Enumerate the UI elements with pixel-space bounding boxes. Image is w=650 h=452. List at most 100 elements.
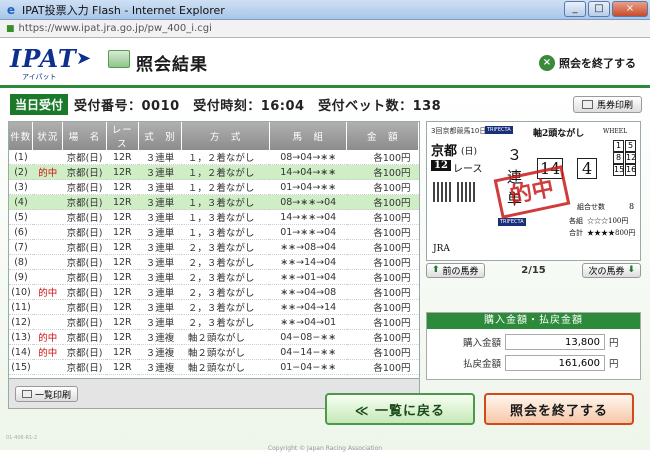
row-bet-type: ３連複 xyxy=(138,344,182,360)
purchase-unit: 円 xyxy=(609,338,619,349)
print-ticket-button[interactable]: 馬券印刷 xyxy=(572,96,642,113)
row-count: (14) xyxy=(9,344,33,360)
row-method: 軸２頭ながし xyxy=(181,344,270,360)
row-race: 12R xyxy=(106,209,139,225)
ticket-trifecta-top: TRIFECTA xyxy=(485,126,513,134)
table-row[interactable]: (11) 京都(日) 12R ３連単 ２，３着ながし ∗∗→04→14 各100円 xyxy=(9,299,419,315)
row-status xyxy=(32,359,63,375)
row-place: 京都(日) xyxy=(62,344,107,360)
partner-5: 15 xyxy=(613,164,625,176)
row-status xyxy=(32,299,63,315)
row-combination: ∗∗→04→14 xyxy=(269,299,347,315)
table-row[interactable]: (13) 的中 京都(日) 12R ３連複 軸２頭ながし 04−08−∗∗ 各100円 xyxy=(9,329,419,345)
info-bar: 当日受付 受付番号：0010 受付時刻：16:04 受付ベット数：138 xyxy=(10,93,441,115)
row-status: 的中 xyxy=(32,284,63,300)
page-title-icon xyxy=(108,50,130,68)
row-status: 的中 xyxy=(32,164,63,180)
ticket-page-count: 2/15 xyxy=(521,264,546,276)
row-amount: 各100円 xyxy=(346,179,419,195)
row-method: ２，３着ながし xyxy=(181,314,270,330)
ie-icon: e xyxy=(6,2,16,17)
row-place: 京都(日) xyxy=(62,179,107,195)
row-race: 12R xyxy=(106,164,139,180)
table-row[interactable]: (6) 京都(日) 12R ３連単 １，３着ながし 01→∗∗→04 各100円 xyxy=(9,224,419,240)
row-combination: 08→∗∗→04 xyxy=(269,194,347,210)
row-race: 12R xyxy=(106,329,139,345)
row-count: (9) xyxy=(9,269,33,285)
list-print-label: 一覧印刷 xyxy=(35,390,72,401)
row-method: １，２着ながし xyxy=(181,150,270,165)
table-row[interactable]: (9) 京都(日) 12R ３連単 ２，３着ながし ∗∗→01→04 各100円 xyxy=(9,269,419,285)
partner-4: 12 xyxy=(625,152,637,164)
row-race: 12R xyxy=(106,194,139,210)
row-amount: 各100円 xyxy=(346,299,419,315)
row-count: (2) xyxy=(9,164,33,180)
purchase-row: 購入金額 13,800 円 xyxy=(427,332,640,352)
col-bet-type: 式 別 xyxy=(138,122,183,150)
address-bar: ■ https://www.ipat.jra.go.jp/pw_400_i.cg… xyxy=(0,20,650,38)
ticket-image: 3回京都競馬10日 TRIFECTA 京都 (日) 12 レース ３ 連 単 T… xyxy=(426,121,641,261)
prev-ticket-button[interactable]: ⬆ 前の馬券 xyxy=(426,262,485,278)
table-row[interactable]: (12) 京都(日) 12R ３連単 ２，３着ながし ∗∗→04→01 各100円 xyxy=(9,314,419,330)
window-titlebar: e IPAT投票入力 Flash - Internet Explorer _ □… xyxy=(0,0,650,20)
row-method: １，２着ながし xyxy=(181,179,270,195)
col-place: 場 名 xyxy=(62,122,107,150)
row-bet-type: ３連単 xyxy=(138,150,182,165)
table-row[interactable]: (4) 京都(日) 12R ３連単 １，３着ながし 08→∗∗→04 各100円 xyxy=(9,194,419,210)
back-to-list-button[interactable]: ≪ 一覧に戻る xyxy=(325,393,475,425)
window-controls: _ □ × xyxy=(564,1,648,17)
page-title: 照会結果 xyxy=(136,55,208,75)
row-status xyxy=(32,269,63,285)
ticket-kind-1: ３ xyxy=(507,146,523,164)
row-race: 12R xyxy=(106,269,139,285)
table-row[interactable]: (15) 京都(日) 12R ３連複 軸２頭ながし 01−04−∗∗ 各100円 xyxy=(9,359,419,375)
maximize-button[interactable]: □ xyxy=(588,1,610,17)
row-count: (11) xyxy=(9,299,33,315)
end-inquiry-button[interactable]: 照会を終了する xyxy=(484,393,634,425)
row-count: (8) xyxy=(9,254,33,270)
table-row[interactable]: (7) 京都(日) 12R ３連単 ２，３着ながし ∗∗→08→04 各100円 xyxy=(9,239,419,255)
table-row[interactable]: (14) 的中 京都(日) 12R ３連複 軸２頭ながし 04−14−∗∗ 各100円 xyxy=(9,344,419,360)
ipat-logo-sub: アイパット xyxy=(22,73,57,81)
row-count: (13) xyxy=(9,329,33,345)
table-row[interactable]: (8) 京都(日) 12R ３連単 ２，３着ながし ∗∗→14→04 各100円 xyxy=(9,254,419,270)
close-button[interactable]: × xyxy=(612,1,648,17)
minimize-button[interactable]: _ xyxy=(564,1,586,17)
combo-count: 8 xyxy=(629,202,635,211)
row-count: (15) xyxy=(9,359,33,375)
row-bet-type: ３連単 xyxy=(138,314,182,330)
row-place: 京都(日) xyxy=(62,329,107,345)
row-race: 12R xyxy=(106,179,139,195)
row-method: １，３着ながし xyxy=(181,224,270,240)
row-status: 的中 xyxy=(32,329,63,345)
table-row[interactable]: (3) 京都(日) 12R ３連単 １，２着ながし 01→04→∗∗ 各100円 xyxy=(9,179,419,195)
url-text[interactable]: https://www.ipat.jra.go.jp/pw_400_i.cgi xyxy=(19,23,212,34)
list-print-button[interactable]: 一覧印刷 xyxy=(15,386,79,402)
row-count: (6) xyxy=(9,224,33,240)
row-place: 京都(日) xyxy=(62,239,107,255)
table-row[interactable]: (2) 的中 京都(日) 12R ３連単 １，２着ながし 14→04→∗∗ 各100円 xyxy=(9,164,419,180)
row-combination: ∗∗→04→01 xyxy=(269,314,347,330)
table-row[interactable]: (1) 京都(日) 12R ３連単 １，２着ながし 08→04→∗∗ 各100円 xyxy=(9,150,419,165)
amount-panel-title: 購入金額・払戻金額 xyxy=(427,313,640,329)
main-content: 当日受付 受付番号：0010 受付時刻：16:04 受付ベット数：138 馬券印… xyxy=(0,88,650,452)
row-bet-type: ３連複 xyxy=(138,329,182,345)
row-bet-type: ３連単 xyxy=(138,194,182,210)
row-place: 京都(日) xyxy=(62,284,107,300)
ticket-race-no: 12 xyxy=(431,160,451,171)
ipat-logo: IPAT xyxy=(10,44,77,73)
next-ticket-button[interactable]: 次の馬券 ⬇ xyxy=(582,262,641,278)
total-label: 合計 xyxy=(569,229,583,237)
table-row[interactable]: (5) 京都(日) 12R ３連単 １，３着ながし 14→∗∗→04 各100円 xyxy=(9,209,419,225)
end-inquiry-link[interactable]: × 照会を終了する xyxy=(539,55,636,71)
end-inquiry-label: 照会を終了する xyxy=(559,57,636,70)
row-bet-type: ３連複 xyxy=(138,359,182,375)
payout-value: 161,600 xyxy=(505,355,605,371)
table-row[interactable]: (10) 的中 京都(日) 12R ３連単 ２，３着ながし ∗∗→04→08 各100円 xyxy=(9,284,419,300)
row-status xyxy=(32,179,63,195)
each-value: ☆☆☆100円 xyxy=(587,217,629,225)
row-status xyxy=(32,209,63,225)
row-method: ２，３着ながし xyxy=(181,269,270,285)
row-amount: 各100円 xyxy=(346,359,419,375)
row-status xyxy=(32,254,63,270)
